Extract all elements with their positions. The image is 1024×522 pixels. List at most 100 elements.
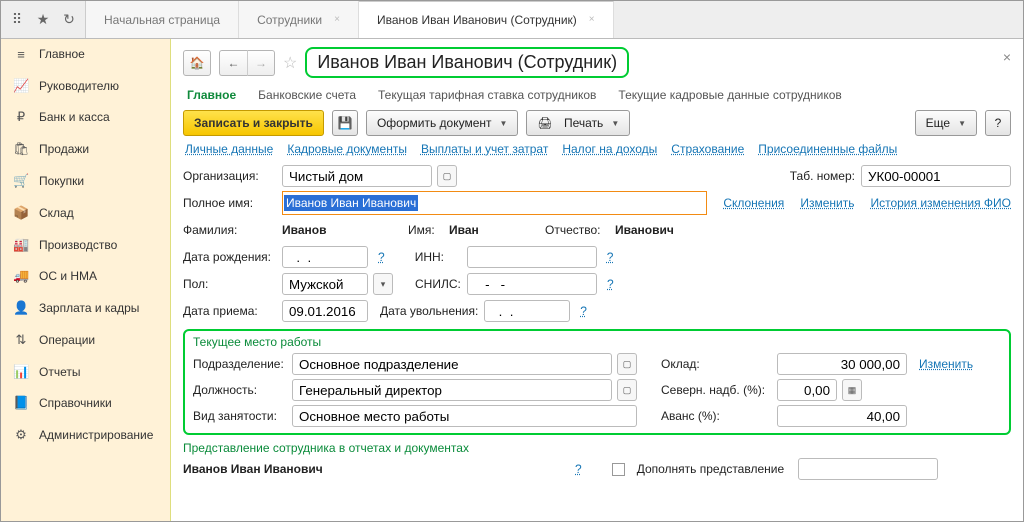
help-link[interactable]: ? — [575, 462, 582, 476]
name-label: Имя: — [408, 223, 443, 237]
back-button[interactable]: ← — [219, 50, 247, 76]
hiredate-label: Дата приема: — [183, 304, 276, 318]
link-hr-docs[interactable]: Кадровые документы — [287, 142, 407, 156]
dob-input[interactable] — [282, 246, 368, 268]
sidebar-item-sales[interactable]: 🛍Продажи — [1, 133, 170, 165]
tab-employees[interactable]: Сотрудники× — [239, 1, 359, 38]
book-icon: 📘 — [13, 395, 29, 411]
org-input[interactable] — [282, 165, 432, 187]
link-declensions[interactable]: Склонения — [723, 196, 784, 210]
link-personal[interactable]: Личные данные — [185, 142, 273, 156]
gender-label: Пол: — [183, 277, 276, 291]
factory-icon: 🏭 — [13, 237, 29, 253]
link-edit-salary[interactable]: Изменить — [919, 357, 973, 371]
link-history[interactable]: История изменения ФИО — [870, 196, 1011, 210]
sidebar-item-salary[interactable]: 👤Зарплата и кадры — [1, 292, 170, 324]
print-button[interactable]: 🖨 Печать — [526, 110, 630, 136]
sidebar-item-purchases[interactable]: 🛒Покупки — [1, 165, 170, 197]
fullname-input[interactable]: Иванов Иван Иванович — [282, 191, 707, 215]
salary-input[interactable] — [777, 353, 907, 375]
hiredate-input[interactable] — [282, 300, 368, 322]
gear-icon: ⚙ — [13, 427, 29, 443]
report-icon: 📊 — [13, 364, 29, 380]
app-window: ⠿ ★ ↻ Начальная страница Сотрудники× Ива… — [0, 0, 1024, 522]
name-value: Иван — [449, 223, 539, 237]
help-link[interactable]: ? — [607, 250, 614, 264]
link-insurance[interactable]: Страхование — [671, 142, 744, 156]
workplace-title: Текущее место работы — [193, 335, 1001, 349]
tab-employee-card[interactable]: Иванов Иван Иванович (Сотрудник)× — [359, 1, 614, 38]
inn-input[interactable] — [467, 246, 597, 268]
tab-hr-data[interactable]: Текущие кадровые данные сотрудников — [618, 88, 841, 102]
close-icon[interactable]: × — [589, 15, 595, 25]
sidebar-item-bank[interactable]: ₽Банк и касса — [1, 102, 170, 134]
window-tabs: Начальная страница Сотрудники× Иванов Ив… — [86, 1, 614, 38]
save-button[interactable]: 💾 — [332, 110, 358, 136]
help-button[interactable]: ? — [985, 110, 1011, 136]
supplement-input[interactable] — [798, 458, 938, 480]
north-label: Северн. надб. (%): — [661, 383, 771, 397]
tabno-input[interactable] — [861, 165, 1011, 187]
dept-input[interactable] — [292, 353, 612, 375]
firedate-input[interactable] — [484, 300, 570, 322]
sidebar-item-refs[interactable]: 📘Справочники — [1, 388, 170, 420]
help-link[interactable]: ? — [607, 277, 614, 291]
org-label: Организация: — [183, 169, 276, 183]
apps-icon[interactable]: ⠿ — [7, 10, 27, 30]
snils-input[interactable] — [467, 273, 597, 295]
person-icon: 👤 — [13, 300, 29, 316]
link-payments[interactable]: Выплаты и учет затрат — [421, 142, 548, 156]
supplement-checkbox[interactable] — [612, 463, 625, 476]
history-icon[interactable]: ↻ — [59, 10, 79, 30]
sidebar-item-assets[interactable]: 🚚ОС и НМА — [1, 260, 170, 292]
sidebar-item-main[interactable]: ≡Главное — [1, 39, 170, 70]
patronymic-value: Иванович — [615, 223, 674, 237]
surname-value: Иванов — [282, 223, 402, 237]
north-input[interactable] — [777, 379, 837, 401]
tab-main[interactable]: Главное — [187, 88, 236, 102]
forward-button[interactable]: → — [247, 50, 275, 76]
calc-icon[interactable]: ▦ — [842, 379, 862, 401]
content-area: × 🏠 ← → ☆ Иванов Иван Иванович (Сотрудни… — [171, 39, 1023, 521]
home-button[interactable]: 🏠 — [183, 50, 211, 76]
link-tax[interactable]: Налог на доходы — [562, 142, 657, 156]
link-edit[interactable]: Изменить — [800, 196, 854, 210]
emp-input[interactable] — [292, 405, 637, 427]
make-document-button[interactable]: Оформить документ — [366, 110, 518, 136]
gender-input[interactable] — [282, 273, 368, 295]
tab-tariff[interactable]: Текущая тарифная ставка сотрудников — [378, 88, 596, 102]
picker-icon[interactable]: ▢ — [437, 165, 457, 187]
dropdown-icon[interactable]: ▾ — [373, 273, 393, 295]
sidebar-item-manager[interactable]: 📈Руководителю — [1, 70, 170, 102]
sidebar-item-admin[interactable]: ⚙Администрирование — [1, 419, 170, 451]
ruble-icon: ₽ — [13, 109, 29, 125]
checkbox-label: Дополнять представление — [637, 462, 784, 476]
link-files[interactable]: Присоединенные файлы — [758, 142, 897, 156]
sidebar-item-reports[interactable]: 📊Отчеты — [1, 356, 170, 388]
surname-label: Фамилия: — [183, 223, 276, 237]
view-tabs: Главное Банковские счета Текущая тарифна… — [187, 88, 1007, 102]
help-link[interactable]: ? — [378, 250, 385, 264]
sidebar-item-warehouse[interactable]: 📦Склад — [1, 197, 170, 229]
picker-icon[interactable]: ▢ — [617, 353, 637, 375]
cart-icon: 🛒 — [13, 173, 29, 189]
tab-bank-accounts[interactable]: Банковские счета — [258, 88, 356, 102]
favorite-icon[interactable]: ☆ — [283, 53, 297, 73]
pos-input[interactable] — [292, 379, 612, 401]
toolbar: Записать и закрыть 💾 Оформить документ 🖨… — [183, 110, 1011, 136]
tab-home[interactable]: Начальная страница — [86, 1, 239, 38]
more-button[interactable]: Еще — [915, 110, 977, 136]
advance-label: Аванс (%): — [661, 409, 771, 423]
dept-label: Подразделение: — [193, 357, 286, 371]
picker-icon[interactable]: ▢ — [617, 379, 637, 401]
save-close-button[interactable]: Записать и закрыть — [183, 110, 324, 136]
star-icon[interactable]: ★ — [33, 10, 53, 30]
close-icon[interactable]: × — [1003, 49, 1011, 65]
workplace-section: Текущее место работы Подразделение: ▢ Ок… — [183, 329, 1011, 435]
sidebar-item-operations[interactable]: ⇅Операции — [1, 324, 170, 356]
advance-input[interactable] — [777, 405, 907, 427]
taskbar-actions: ⠿ ★ ↻ — [1, 1, 86, 38]
close-icon[interactable]: × — [334, 15, 340, 25]
help-link[interactable]: ? — [580, 304, 587, 318]
sidebar-item-production[interactable]: 🏭Производство — [1, 229, 170, 261]
